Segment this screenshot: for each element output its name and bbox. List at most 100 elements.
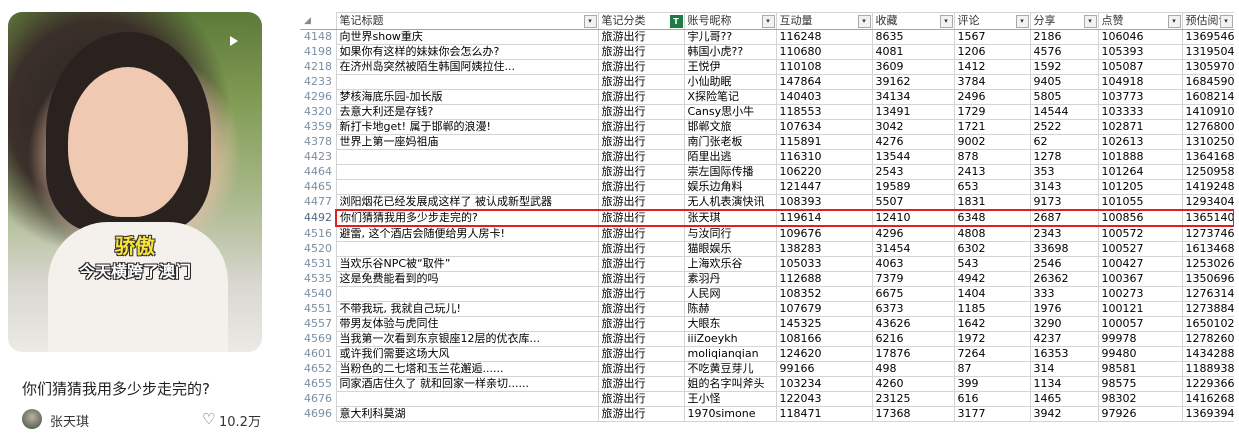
filter-dropdown-icon[interactable]: ▾: [1083, 15, 1097, 28]
cell-col-shares[interactable]: 33698: [1029, 241, 1099, 257]
video-thumbnail[interactable]: 骄傲 今天横跨了澳门: [8, 12, 262, 352]
cell-col-likes[interactable]: 102613: [1097, 134, 1183, 150]
cell-col-title[interactable]: [335, 164, 599, 180]
row-number[interactable]: 4218: [300, 59, 336, 75]
cell-col-comments[interactable]: 543: [953, 256, 1031, 272]
cell-col-shares[interactable]: 2343: [1029, 225, 1099, 242]
cell-col-category[interactable]: 旅游出行: [597, 376, 685, 392]
header-col-category[interactable]: 笔记分类 T: [597, 12, 685, 30]
cell-col-shares[interactable]: 14544: [1029, 104, 1099, 120]
cell-col-shares[interactable]: 3290: [1029, 316, 1099, 332]
table-row[interactable]: 4516 避雷, 这个酒店会随便给男人房卡! 旅游出行 与汝同行 109676 4296 4…: [300, 225, 1234, 242]
cell-col-comments[interactable]: 9002: [953, 134, 1031, 150]
heart-icon[interactable]: ♡: [202, 410, 215, 428]
cell-col-likes[interactable]: 99978: [1097, 331, 1183, 347]
header-col-comments[interactable]: 评论 ▾: [953, 12, 1031, 30]
cell-col-interactions[interactable]: 147864: [775, 74, 873, 90]
cell-col-nickname[interactable]: 崇左国际传播: [683, 164, 777, 180]
row-number[interactable]: 4531: [300, 256, 336, 272]
cell-col-nickname[interactable]: 南门张老板: [683, 134, 777, 150]
play-icon[interactable]: [230, 36, 238, 46]
cell-col-category[interactable]: 旅游出行: [597, 346, 685, 362]
cell-col-comments[interactable]: 1206: [953, 44, 1031, 60]
cell-col-nickname[interactable]: 王小怪: [683, 391, 777, 407]
cell-col-category[interactable]: 旅游出行: [597, 134, 685, 150]
cell-col-nickname[interactable]: 无人机表演快讯: [683, 194, 777, 211]
cell-col-est-reads[interactable]: 1608214: [1181, 89, 1234, 105]
header-col-interactions[interactable]: 互动量 ▾: [775, 12, 873, 30]
cell-col-est-reads[interactable]: 1650102: [1181, 316, 1234, 332]
cell-col-est-reads[interactable]: 1684590: [1181, 74, 1234, 90]
cell-col-nickname[interactable]: 王悦伊: [683, 59, 777, 75]
cell-col-category[interactable]: 旅游出行: [597, 104, 685, 120]
table-row[interactable]: 4359 新打卡地get! 属于邯郸的浪漫! 旅游出行 邯郸文旅 107634 3042 1…: [300, 119, 1234, 135]
cell-col-est-reads[interactable]: 1365140: [1181, 209, 1234, 227]
cell-col-title[interactable]: 带男友体验与虎同住: [335, 316, 599, 332]
cell-col-est-reads[interactable]: 1410910: [1181, 104, 1234, 120]
table-row[interactable]: 4676 旅游出行 王小怪 122043 23125 616 1465 98302 141626…: [300, 391, 1234, 407]
cell-col-est-reads[interactable]: 1369394: [1181, 406, 1234, 422]
filter-dropdown-icon[interactable]: ▾: [1219, 15, 1233, 28]
cell-col-likes[interactable]: 98302: [1097, 391, 1183, 407]
cell-col-title[interactable]: 不带我玩, 我就自己玩儿!: [335, 301, 599, 317]
cell-col-comments[interactable]: 3177: [953, 406, 1031, 422]
cell-col-title[interactable]: [335, 179, 599, 195]
row-number[interactable]: 4551: [300, 301, 336, 317]
cell-col-title[interactable]: 如果你有这样的妹妹你会怎么办?: [335, 44, 599, 60]
cell-col-likes[interactable]: 99480: [1097, 346, 1183, 362]
cell-col-favorites[interactable]: 13491: [871, 104, 955, 120]
cell-col-comments[interactable]: 6302: [953, 241, 1031, 257]
table-row[interactable]: 4148 向世界show重庆 旅游出行 宇儿哥?? 116248 8635 1567 2186…: [300, 29, 1234, 45]
cell-col-interactions[interactable]: 109676: [775, 225, 873, 242]
cell-col-favorites[interactable]: 498: [871, 361, 955, 377]
cell-col-comments[interactable]: 1567: [953, 29, 1031, 45]
row-number[interactable]: 4696: [300, 406, 336, 422]
cell-col-est-reads[interactable]: 1229366: [1181, 376, 1234, 392]
table-row[interactable]: 4540 旅游出行 人民网 108352 6675 1404 333 100273 127631…: [300, 286, 1234, 302]
table-row[interactable]: 4423 旅游出行 陌里出逃 116310 13544 878 1278 101888 1364…: [300, 149, 1234, 165]
cell-col-interactions[interactable]: 138283: [775, 241, 873, 257]
cell-col-nickname[interactable]: iiiZoeykh: [683, 331, 777, 347]
cell-col-shares[interactable]: 26362: [1029, 271, 1099, 287]
cell-col-category[interactable]: 旅游出行: [597, 406, 685, 422]
cell-col-category[interactable]: 旅游出行: [597, 256, 685, 272]
table-row[interactable]: 4296 梦核海底乐园-加长版 旅游出行 X探险笔记 140403 34134 2496 58…: [300, 89, 1234, 105]
filter-dropdown-icon[interactable]: ▾: [583, 15, 597, 28]
cell-col-favorites[interactable]: 13544: [871, 149, 955, 165]
cell-col-favorites[interactable]: 4063: [871, 256, 955, 272]
table-row[interactable]: 4551 不带我玩, 我就自己玩儿! 旅游出行 陈赫 107679 6373 1185 197…: [300, 301, 1234, 317]
row-number[interactable]: 4423: [300, 149, 336, 165]
cell-col-est-reads[interactable]: 1350696: [1181, 271, 1234, 287]
cell-col-title[interactable]: [335, 241, 599, 257]
cell-col-nickname[interactable]: 1970simone: [683, 406, 777, 422]
cell-col-comments[interactable]: 1972: [953, 331, 1031, 347]
cell-col-shares[interactable]: 5805: [1029, 89, 1099, 105]
cell-col-interactions[interactable]: 108352: [775, 286, 873, 302]
cell-col-shares[interactable]: 1592: [1029, 59, 1099, 75]
row-number[interactable]: 4296: [300, 89, 336, 105]
cell-col-comments[interactable]: 1642: [953, 316, 1031, 332]
row-number[interactable]: 4569: [300, 331, 336, 347]
cell-col-favorites[interactable]: 4296: [871, 225, 955, 242]
cell-col-favorites[interactable]: 34134: [871, 89, 955, 105]
cell-col-category[interactable]: 旅游出行: [597, 164, 685, 180]
cell-col-category[interactable]: 旅游出行: [597, 301, 685, 317]
table-row[interactable]: 4465 旅游出行 娱乐边角料 121447 19589 653 3143 101205 141…: [300, 179, 1234, 195]
table-row[interactable]: 4218 在济州岛突然被陌生韩国阿姨拉住... 旅游出行 王悦伊 110108 3609 1…: [300, 59, 1234, 75]
cell-col-category[interactable]: 旅游出行: [597, 179, 685, 195]
cell-col-shares[interactable]: 1278: [1029, 149, 1099, 165]
cell-col-likes[interactable]: 103773: [1097, 89, 1183, 105]
cell-col-est-reads[interactable]: 1434288: [1181, 346, 1234, 362]
cell-col-favorites[interactable]: 6216: [871, 331, 955, 347]
cell-col-nickname[interactable]: 不吃黄豆芽儿: [683, 361, 777, 377]
cell-col-favorites[interactable]: 39162: [871, 74, 955, 90]
cell-col-favorites[interactable]: 3609: [871, 59, 955, 75]
cell-col-est-reads[interactable]: 1276800: [1181, 119, 1234, 135]
cell-col-likes[interactable]: 103333: [1097, 104, 1183, 120]
cell-col-likes[interactable]: 101888: [1097, 149, 1183, 165]
cell-col-nickname[interactable]: 娱乐边角料: [683, 179, 777, 195]
cell-col-est-reads[interactable]: 1305970: [1181, 59, 1234, 75]
cell-col-favorites[interactable]: 23125: [871, 391, 955, 407]
table-row[interactable]: 4320 去意大利还是存钱? 旅游出行 Cansy思小牛 118553 13491 1729…: [300, 104, 1234, 120]
cell-col-comments[interactable]: 4942: [953, 271, 1031, 287]
